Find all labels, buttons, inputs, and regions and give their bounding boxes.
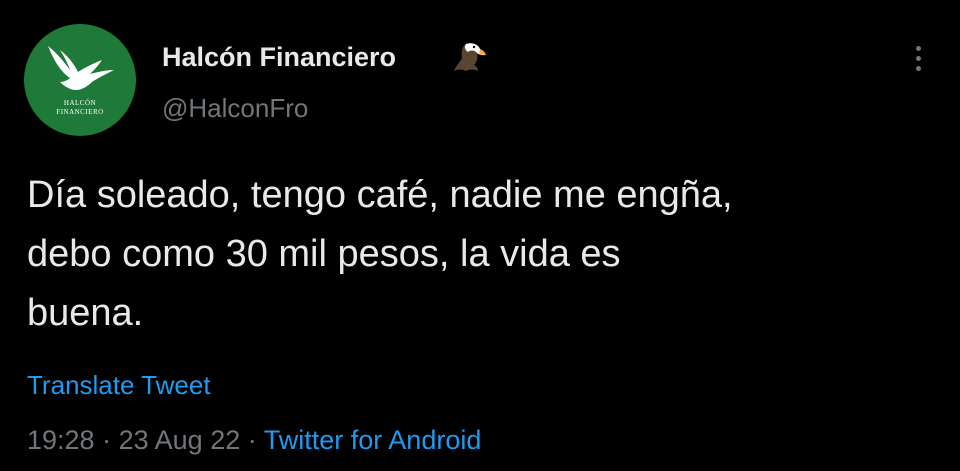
tweet-text: Día soleado, tengo café, nadie me engña,… — [27, 166, 927, 343]
eagle-logo-icon — [48, 46, 114, 90]
avatar-logo-text-line1: HALCÓN — [63, 99, 97, 107]
separator-dot: · — [102, 425, 112, 455]
more-vertical-icon-dot — [916, 66, 921, 71]
separator-dot: · — [247, 425, 257, 455]
avatar[interactable]: HALCÓN FINANCIERO — [24, 24, 136, 136]
more-vertical-icon — [916, 46, 921, 51]
tweet-metadata: 19:28 · 23 Aug 22 · Twitter for Android — [27, 422, 481, 458]
more-vertical-icon-dot — [916, 56, 921, 61]
tweet-text-line: Día soleado, tengo café, nadie me engña, — [27, 174, 733, 216]
tweet-card: HALCÓN FINANCIERO Halcón Financiero @Hal… — [0, 0, 960, 471]
tweet-text-line: buena. — [27, 292, 144, 334]
tweet-date[interactable]: 23 Aug 22 — [119, 425, 241, 455]
eagle-emoji-icon — [454, 43, 486, 71]
avatar-logo-text-line2: FINANCIERO — [56, 108, 104, 116]
user-handle[interactable]: @HalconFro — [162, 92, 308, 124]
more-options-button[interactable] — [900, 38, 936, 78]
tweet-source-link[interactable]: Twitter for Android — [264, 425, 482, 455]
tweet-time[interactable]: 19:28 — [27, 425, 95, 455]
translate-tweet-link[interactable]: Translate Tweet — [27, 368, 211, 402]
display-name[interactable]: Halcón Financiero — [162, 40, 396, 74]
tweet-text-line: debo como 30 mil pesos, la vida es — [27, 233, 621, 275]
